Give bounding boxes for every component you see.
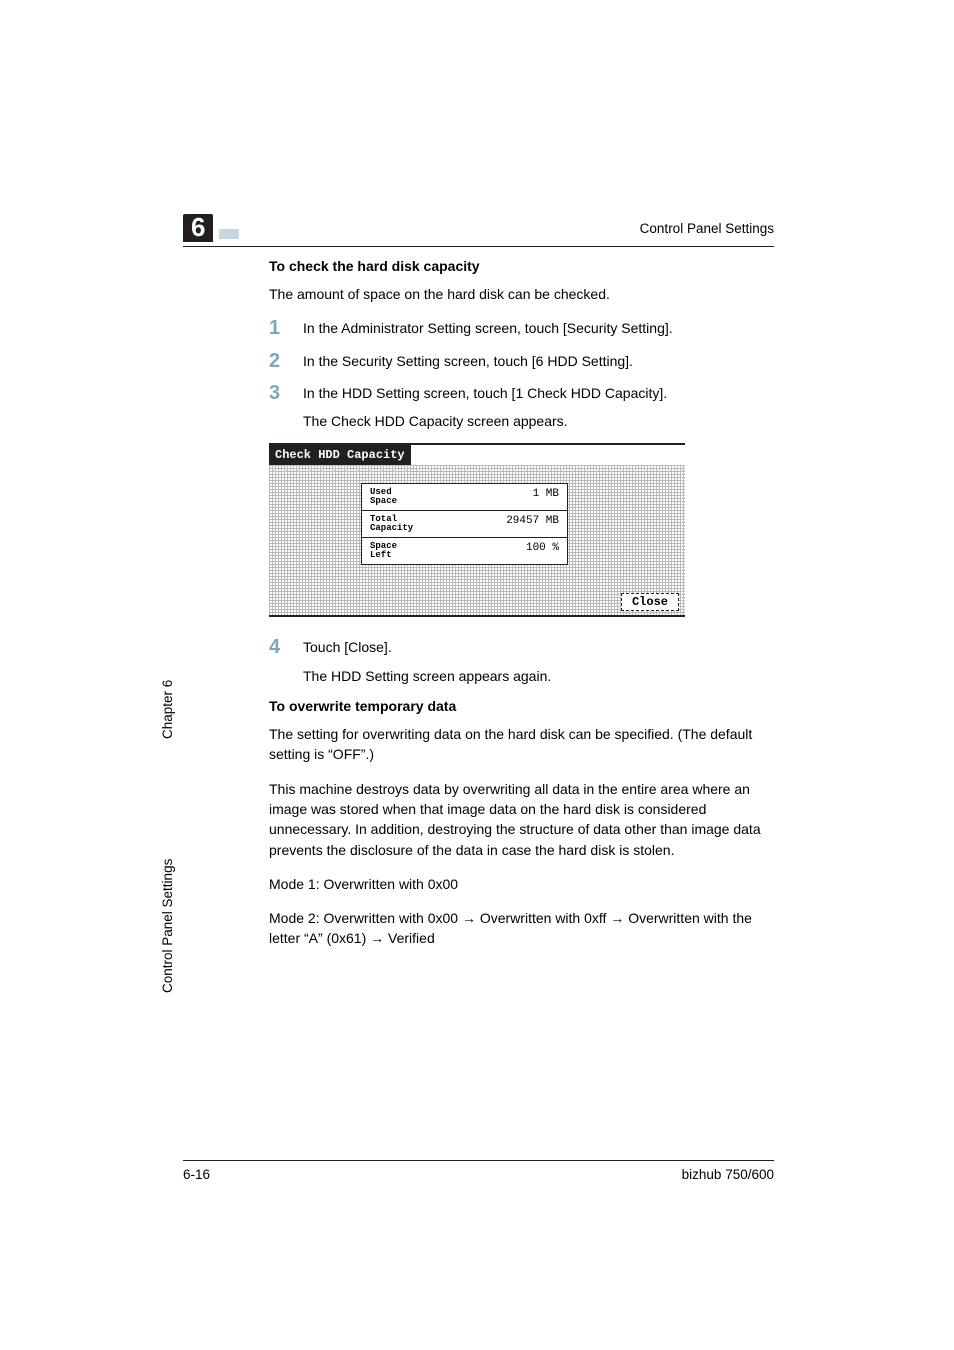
step-text: In the Security Setting screen, touch [6… [303, 351, 633, 371]
chapter-number: 6 [183, 214, 213, 242]
chapter-badge-decoration [219, 229, 239, 239]
overwrite-paragraph-1: The setting for overwriting data on the … [269, 724, 769, 765]
close-button[interactable]: Close [621, 593, 679, 611]
device-row-value: 1 MB [533, 488, 559, 506]
heading-check-capacity: To check the hard disk capacity [269, 258, 769, 274]
step-text: In the HDD Setting screen, touch [1 Chec… [303, 383, 667, 403]
device-readout-panel: Used Space 1 MB Total Capacity 29457 MB … [361, 483, 568, 565]
running-head-title: Control Panel Settings [640, 221, 774, 236]
step-subtext: The Check HDD Capacity screen appears. [303, 411, 667, 431]
device-row-label: Used Space [370, 488, 397, 506]
step-number: 2 [269, 351, 285, 371]
side-label-title: Control Panel Settings [160, 859, 175, 993]
device-screen-title: Check HDD Capacity [269, 445, 411, 465]
page-header: 6 Control Panel Settings [183, 214, 774, 247]
step-2: 2 In the Security Setting screen, touch … [269, 351, 769, 371]
device-row-total: Total Capacity 29457 MB [362, 511, 567, 538]
product-name: bizhub 750/600 [682, 1167, 774, 1182]
device-row-value: 100 % [526, 542, 559, 560]
device-row-label: Total Capacity [370, 515, 413, 533]
device-row-label: Space Left [370, 542, 397, 560]
device-screenshot: Check HDD Capacity Used Space 1 MB Total… [269, 443, 685, 617]
step-subtext: The HDD Setting screen appears again. [303, 666, 551, 686]
step-number: 3 [269, 383, 285, 403]
step-text: Touch [Close]. [303, 637, 551, 657]
device-row-value: 29457 MB [506, 515, 559, 533]
intro-paragraph: The amount of space on the hard disk can… [269, 284, 769, 304]
side-label-chapter: Chapter 6 [160, 680, 175, 739]
step-3: 3 In the HDD Setting screen, touch [1 Ch… [269, 383, 769, 432]
device-row-used: Used Space 1 MB [362, 484, 567, 511]
step-text: In the Administrator Setting screen, tou… [303, 318, 673, 338]
overwrite-mode-1: Mode 1: Overwritten with 0x00 [269, 874, 769, 894]
overwrite-mode-2: Mode 2: Overwritten with 0x00 → Overwrit… [269, 908, 769, 949]
chapter-badge: 6 [183, 214, 239, 242]
page-number: 6-16 [183, 1167, 210, 1182]
step-number: 1 [269, 318, 285, 338]
page-footer: 6-16 bizhub 750/600 [183, 1160, 774, 1182]
device-row-left: Space Left 100 % [362, 538, 567, 564]
step-4: 4 Touch [Close]. The HDD Setting screen … [269, 637, 769, 686]
heading-overwrite: To overwrite temporary data [269, 698, 769, 714]
overwrite-paragraph-2: This machine destroys data by overwritin… [269, 779, 769, 860]
step-number: 4 [269, 637, 285, 657]
step-1: 1 In the Administrator Setting screen, t… [269, 318, 769, 338]
